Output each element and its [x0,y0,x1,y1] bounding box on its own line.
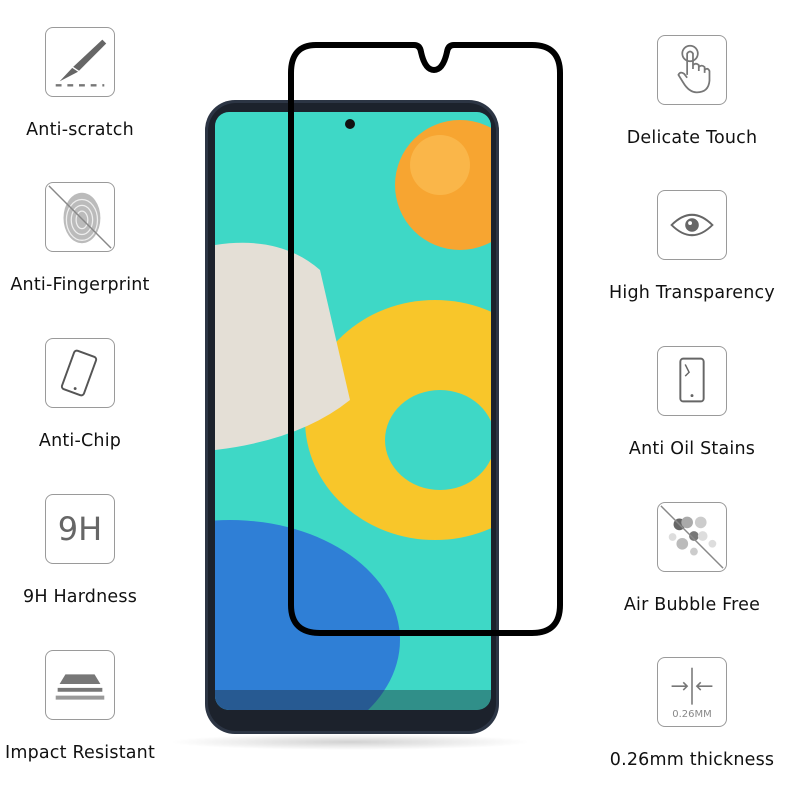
feature-label: 9H Hardness [22,587,138,607]
phone-chip-icon [45,338,115,408]
icon-text: 0.26MM [672,709,712,720]
feature-anti-chip: Anti-Chip [0,338,180,451]
touch-hand-icon [657,35,727,105]
feature-label: High Transparency [609,283,775,303]
fingerprint-crossed-icon [45,182,115,252]
feature-label: Air Bubble Free [623,595,761,615]
feature-impact-resistant: Impact Resistant [0,650,180,763]
thickness-icon: 0.26MM [657,657,727,727]
feature-anti-fingerprint: Anti-Fingerprint [0,182,180,295]
feature-label: 0.26mm thickness [609,750,775,770]
feature-label: Anti Oil Stains [628,439,756,459]
eye-icon [657,190,727,260]
feature-high-transparency: High Transparency [592,190,792,303]
feature-thickness: 0.26MM 0.26mm thickness [592,657,792,770]
feature-label: Delicate Touch [626,128,758,148]
feature-delicate-touch: Delicate Touch [592,35,792,148]
feature-label: Anti-scratch [26,120,134,140]
icon-text: 9H [57,510,103,548]
hardness-9h-icon: 9H [45,494,115,564]
feature-air-bubble-free: Air Bubble Free [592,502,792,615]
feature-label: Anti-Fingerprint [10,275,150,295]
feature-label: Anti-Chip [38,431,122,451]
phone-stain-icon [657,346,727,416]
bubbles-crossed-icon [657,502,727,572]
feature-anti-oil-stains: Anti Oil Stains [592,346,792,459]
feature-9h-hardness: 9H 9H Hardness [0,494,180,607]
scalpel-icon [45,27,115,97]
impact-layers-icon [45,650,115,720]
feature-label: Impact Resistant [4,743,156,763]
feature-anti-scratch: Anti-scratch [0,27,180,140]
